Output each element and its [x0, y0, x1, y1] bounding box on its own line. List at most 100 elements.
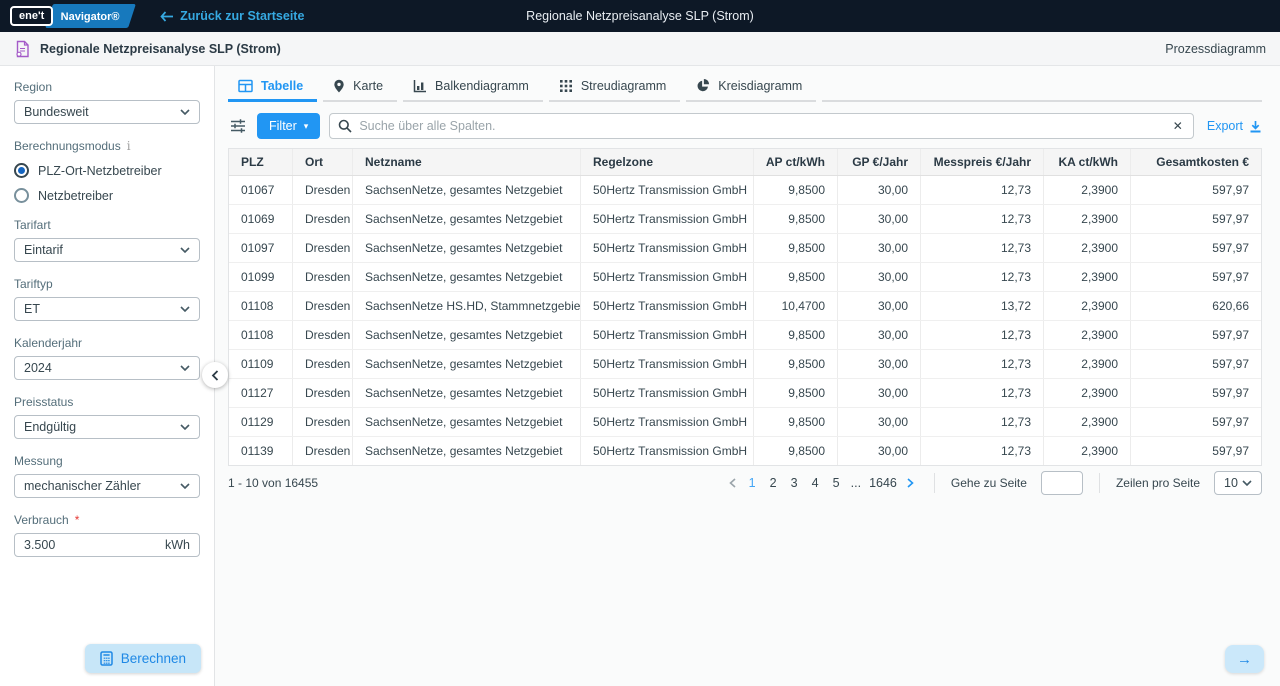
cell-ap: 9,8500 [754, 263, 838, 291]
cell-plz: 01108 [229, 321, 293, 349]
chevron-right-icon [907, 478, 914, 488]
berechnen-button[interactable]: Berechnen [85, 644, 201, 673]
page-header: Regionale Netzpreisanalyse SLP (Strom) P… [0, 32, 1280, 66]
verbrauch-label: Verbrauch [14, 513, 69, 527]
column-header-ka[interactable]: KA ct/kWh [1044, 149, 1131, 175]
page-button[interactable]: 3 [786, 474, 803, 492]
pie-chart-icon [696, 79, 710, 93]
document-gear-icon [14, 40, 31, 58]
region-select[interactable]: Bundesweit [14, 100, 200, 124]
table-row[interactable]: 01069 Dresden SachsenNetze, gesamtes Net… [229, 205, 1261, 234]
page-button[interactable]: 1646 [867, 474, 899, 492]
tab-karte[interactable]: Karte [323, 78, 397, 102]
next-page-button[interactable] [903, 476, 918, 490]
enet-navigator-logo: ene't Navigator® [10, 5, 132, 27]
cell-ka: 2,3900 [1044, 437, 1131, 465]
chevron-left-icon [729, 478, 736, 488]
table-row[interactable]: 01129 Dresden SachsenNetze, gesamtes Net… [229, 408, 1261, 437]
column-header-regelzone[interactable]: Regelzone [581, 149, 754, 175]
cell-ort: Dresden [293, 263, 353, 291]
table-row[interactable]: 01108 Dresden SachsenNetze, gesamtes Net… [229, 321, 1261, 350]
page-button[interactable]: 1 [744, 474, 761, 492]
search-input[interactable] [359, 119, 1163, 133]
column-header-ort[interactable]: Ort [293, 149, 353, 175]
cell-netzname: SachsenNetze, gesamtes Netzgebiet [353, 234, 581, 262]
cell-plz: 01129 [229, 408, 293, 436]
required-mark: * [75, 513, 80, 527]
cell-ka: 2,3900 [1044, 205, 1131, 233]
cell-ort: Dresden [293, 379, 353, 407]
table-row[interactable]: 01108 Dresden SachsenNetze HS.HD, Stammn… [229, 292, 1261, 321]
radio-netzbetreiber[interactable]: Netzbetreiber [14, 188, 200, 203]
page-ellipsis: ... [849, 476, 863, 490]
cell-gp: 30,00 [838, 205, 921, 233]
tarifart-select[interactable]: Eintarif [14, 238, 200, 262]
table-footer: 1 - 10 von 16455 1 2 3 4 5 ... 1646 Gehe… [228, 466, 1262, 500]
cell-netzname: SachsenNetze, gesamtes Netzgebiet [353, 350, 581, 378]
table-icon [238, 79, 253, 93]
kalenderjahr-select[interactable]: 2024 [14, 356, 200, 380]
table-row[interactable]: 01139 Dresden SachsenNetze, gesamtes Net… [229, 437, 1261, 465]
cell-gesamtkosten: 597,97 [1131, 234, 1261, 262]
filter-button[interactable]: Filter ▾ [257, 113, 320, 139]
column-header-messpreis[interactable]: Messpreis €/Jahr [921, 149, 1044, 175]
search-field-wrap: ✕ [329, 113, 1194, 139]
next-step-button[interactable]: → [1225, 645, 1264, 673]
verbrauch-unit: kWh [165, 538, 190, 552]
sidebar: Region Bundesweit Berechnungsmodus i PLZ… [0, 66, 215, 686]
back-to-home-link[interactable]: Zurück zur Startseite [160, 9, 304, 23]
cell-gp: 30,00 [838, 263, 921, 291]
cell-regelzone: 50Hertz Transmission GmbH [581, 408, 754, 436]
tab-streudiagramm[interactable]: Streudiagramm [549, 78, 680, 102]
chevron-down-icon [180, 306, 190, 312]
rows-per-page-select[interactable]: 10 [1214, 471, 1262, 495]
table-row[interactable]: 01067 Dresden SachsenNetze, gesamtes Net… [229, 176, 1261, 205]
cell-ka: 2,3900 [1044, 176, 1131, 204]
cell-ort: Dresden [293, 350, 353, 378]
export-button[interactable]: Export [1203, 119, 1262, 133]
page-button[interactable]: 2 [765, 474, 782, 492]
cell-regelzone: 50Hertz Transmission GmbH [581, 234, 754, 262]
tab-balkendiagramm[interactable]: Balkendiagramm [403, 78, 543, 102]
cell-plz: 01099 [229, 263, 293, 291]
cell-netzname: SachsenNetze, gesamtes Netzgebiet [353, 379, 581, 407]
column-settings-button[interactable] [228, 116, 248, 136]
verbrauch-input[interactable] [24, 538, 165, 552]
tariftyp-select[interactable]: ET [14, 297, 200, 321]
radio-icon [14, 188, 29, 203]
preisstatus-select[interactable]: Endgültig [14, 415, 200, 439]
chevron-down-icon [180, 109, 190, 115]
goto-page-input[interactable] [1041, 471, 1083, 495]
region-label: Region [14, 80, 200, 94]
radio-plz-ort-netzbetreiber[interactable]: PLZ-Ort-Netzbetreiber [14, 163, 200, 178]
table-row[interactable]: 01109 Dresden SachsenNetze, gesamtes Net… [229, 350, 1261, 379]
messung-select[interactable]: mechanischer Zähler [14, 474, 200, 498]
cell-plz: 01109 [229, 350, 293, 378]
page-button[interactable]: 4 [807, 474, 824, 492]
cell-gesamtkosten: 597,97 [1131, 437, 1261, 465]
column-header-ap[interactable]: AP ct/kWh [754, 149, 838, 175]
info-icon[interactable]: i [127, 139, 131, 153]
cell-ap: 9,8500 [754, 379, 838, 407]
column-header-gesamtkosten[interactable]: Gesamtkosten € [1131, 149, 1261, 175]
column-header-netzname[interactable]: Netzname [353, 149, 581, 175]
tab-kreisdiagramm[interactable]: Kreisdiagramm [686, 78, 816, 102]
column-header-gp[interactable]: GP €/Jahr [838, 149, 921, 175]
table-row[interactable]: 01099 Dresden SachsenNetze, gesamtes Net… [229, 263, 1261, 292]
cell-regelzone: 50Hertz Transmission GmbH [581, 321, 754, 349]
divider [1099, 473, 1100, 493]
tab-tabelle[interactable]: Tabelle [228, 78, 317, 102]
column-header-plz[interactable]: PLZ [229, 149, 293, 175]
clear-search-button[interactable]: ✕ [1171, 119, 1185, 133]
cell-gp: 30,00 [838, 234, 921, 262]
prev-page-button[interactable] [725, 476, 740, 490]
table-row[interactable]: 01097 Dresden SachsenNetze, gesamtes Net… [229, 234, 1261, 263]
page-button[interactable]: 5 [828, 474, 845, 492]
back-arrow-icon [160, 11, 173, 22]
sidebar-collapse-button[interactable] [202, 362, 228, 388]
tabs-underline-filler [822, 78, 1262, 102]
cell-netzname: SachsenNetze, gesamtes Netzgebiet [353, 408, 581, 436]
table-row[interactable]: 01127 Dresden SachsenNetze, gesamtes Net… [229, 379, 1261, 408]
process-diagram-link[interactable]: Prozessdiagramm [1165, 42, 1266, 56]
cell-messpreis: 12,73 [921, 263, 1044, 291]
